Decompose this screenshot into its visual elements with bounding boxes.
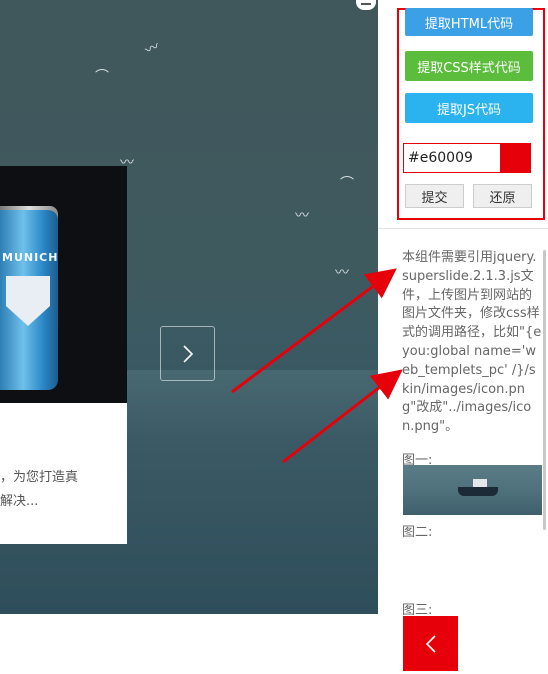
prev-slide-button[interactable] bbox=[403, 616, 458, 671]
tools-box: 提取HTML代码 提取CSS样式代码 提取JS代码 #e60009 提交 还原 bbox=[397, 8, 545, 220]
extract-html-button[interactable]: 提取HTML代码 bbox=[405, 8, 533, 36]
chevron-right-icon bbox=[182, 344, 193, 363]
scrollbar[interactable] bbox=[543, 250, 546, 530]
reset-button[interactable]: 还原 bbox=[473, 184, 532, 208]
color-input[interactable]: #e60009 bbox=[403, 143, 501, 173]
submit-button[interactable]: 提交 bbox=[405, 184, 464, 208]
extract-js-button[interactable]: 提取JS代码 bbox=[405, 93, 533, 123]
seagull-decoration: 〰 bbox=[335, 265, 349, 281]
divider bbox=[378, 228, 548, 229]
card-description: ，为您打造真 解决... bbox=[0, 466, 120, 514]
seagull-decoration: ⌒ bbox=[95, 69, 109, 85]
slide-card[interactable]: MUNICH ，为您打造真 解决... bbox=[0, 166, 127, 544]
slider-preview: 〰 ⌒ 〰 ⌒ 〰 〰 MUNICH ，为您打造真 解决... bbox=[0, 0, 378, 614]
boat-hull bbox=[458, 487, 498, 496]
usage-description: 本组件需要引用jquery.superslide.2.1.3.js文件，上传图片… bbox=[402, 250, 542, 435]
chevron-left-icon bbox=[425, 634, 436, 653]
seagull-decoration: ⌒ bbox=[340, 176, 354, 192]
code-panel: 提取HTML代码 提取CSS样式代码 提取JS代码 #e60009 提交 还原 … bbox=[378, 0, 548, 674]
image-1-thumbnail bbox=[403, 465, 542, 515]
can-brand-text: MUNICH bbox=[2, 251, 59, 264]
seagull-decoration: 〰 bbox=[295, 208, 309, 224]
product-image: MUNICH bbox=[0, 166, 127, 403]
preview-bottom-area bbox=[0, 614, 378, 674]
seagull-decoration: 〰 bbox=[142, 38, 163, 60]
card-text-line: 解决... bbox=[0, 494, 39, 509]
card-text-line: ，为您打造真 bbox=[0, 470, 79, 485]
color-swatch[interactable] bbox=[501, 143, 531, 173]
next-slide-button[interactable] bbox=[160, 326, 215, 381]
image-label-2: 图二: bbox=[402, 525, 433, 540]
extract-css-button[interactable]: 提取CSS样式代码 bbox=[405, 51, 533, 81]
